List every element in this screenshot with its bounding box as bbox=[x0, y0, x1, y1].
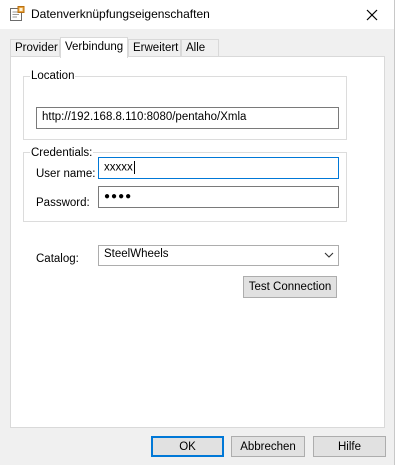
cancel-button[interactable]: Abbrechen bbox=[231, 436, 305, 457]
test-connection-button[interactable]: Test Connection bbox=[243, 276, 337, 298]
tab-panel-verbindung: Location http://192.168.8.110:8080/penta… bbox=[10, 56, 385, 428]
tab-alle[interactable]: Alle bbox=[181, 39, 219, 56]
ok-button[interactable]: OK bbox=[151, 436, 224, 457]
tab-verbindung[interactable]: Verbindung bbox=[60, 37, 128, 58]
tab-erweitert[interactable]: Erweitert bbox=[128, 39, 181, 56]
username-input[interactable]: xxxxx bbox=[98, 157, 339, 179]
tab-provider[interactable]: Provider bbox=[10, 39, 60, 56]
password-label: Password: bbox=[36, 197, 90, 209]
close-button[interactable] bbox=[350, 0, 394, 29]
title-bar[interactable]: Datenverknüpfungseigenschaften bbox=[0, 0, 394, 29]
username-label: User name: bbox=[36, 168, 96, 180]
location-group-label: Location bbox=[30, 70, 76, 82]
catalog-label: Catalog: bbox=[36, 253, 79, 265]
location-input[interactable]: http://192.168.8.110:8080/pentaho/Xmla bbox=[36, 107, 339, 129]
close-icon bbox=[366, 9, 378, 20]
dialog-window: Datenverknüpfungseigenschaften Provider … bbox=[0, 0, 395, 465]
credentials-group-label: Credentials: bbox=[30, 147, 94, 159]
catalog-select[interactable]: SteelWheels bbox=[98, 245, 339, 266]
help-button[interactable]: Hilfe bbox=[313, 436, 386, 457]
catalog-selected-value: SteelWheels bbox=[104, 248, 169, 260]
data-link-properties-icon bbox=[9, 6, 25, 22]
password-input[interactable]: ●●●● bbox=[98, 186, 339, 208]
window-title: Datenverknüpfungseigenschaften bbox=[31, 7, 210, 21]
username-value: xxxxx bbox=[104, 161, 133, 174]
chevron-down-icon bbox=[324, 250, 334, 260]
text-caret bbox=[133, 161, 135, 174]
